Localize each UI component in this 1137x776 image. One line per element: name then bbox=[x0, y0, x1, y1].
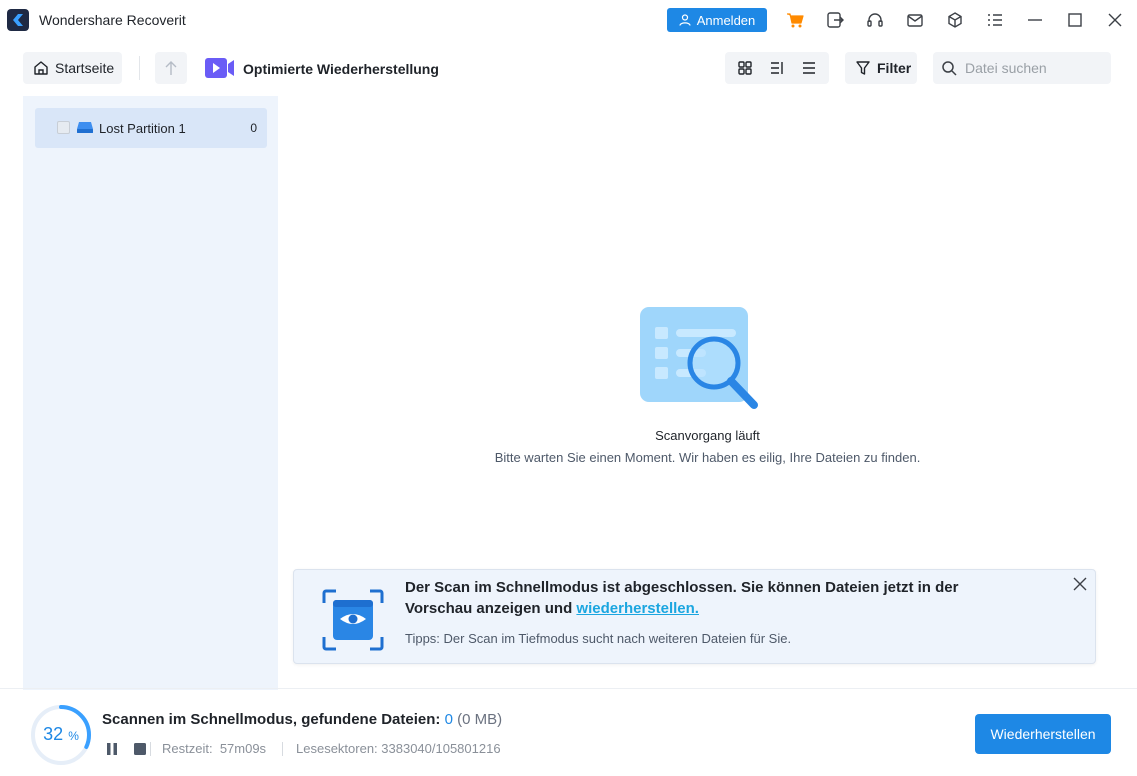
headset-icon[interactable] bbox=[865, 10, 885, 30]
files-found-size: (0 MB) bbox=[457, 711, 503, 728]
status-label: Scannen im Schnellmodus, gefundene Datei… bbox=[102, 711, 445, 728]
scan-complete-notification: Der Scan im Schnellmodus ist abgeschloss… bbox=[293, 569, 1096, 664]
recoverit-logo-icon bbox=[7, 9, 29, 31]
user-icon bbox=[679, 14, 691, 26]
home-button[interactable]: Startseite bbox=[23, 52, 122, 84]
maximize-icon[interactable] bbox=[1065, 10, 1085, 30]
recovery-mode-label: Optimierte Wiederherstellung bbox=[243, 61, 439, 77]
list-view-button[interactable] bbox=[796, 55, 822, 81]
filter-label: Filter bbox=[877, 60, 912, 76]
bottom-divider bbox=[0, 688, 1137, 689]
login-label: Anmelden bbox=[696, 12, 756, 28]
scanning-illustration-icon bbox=[640, 307, 758, 409]
home-label: Startseite bbox=[55, 60, 115, 76]
read-sectors: Lesesektoren: 3383040/105801216 bbox=[296, 741, 501, 756]
remaining-value: 57m09s bbox=[219, 741, 267, 756]
search-icon bbox=[942, 61, 957, 76]
files-found-count: 0 bbox=[444, 711, 453, 728]
partition-count: 0 bbox=[250, 121, 257, 135]
pause-icon[interactable] bbox=[106, 743, 118, 755]
view-switcher bbox=[725, 52, 829, 84]
detail-list-icon bbox=[771, 62, 783, 74]
search-box bbox=[933, 52, 1111, 84]
filter-button[interactable]: Filter bbox=[845, 52, 917, 84]
minimize-icon[interactable] bbox=[1025, 10, 1045, 30]
list-menu-icon[interactable] bbox=[985, 10, 1005, 30]
recover-button[interactable]: Wiederherstellen bbox=[975, 714, 1111, 754]
scan-status-title: Scanvorgang läuft bbox=[655, 428, 760, 443]
arrow-up-icon bbox=[165, 61, 177, 75]
scan-status-subtitle: Bitte warten Sie einen Moment. Wir haben… bbox=[494, 450, 921, 465]
remaining-label: Restzeit: bbox=[162, 741, 213, 756]
search-input[interactable] bbox=[965, 60, 1105, 76]
scan-status-line: Scannen im Schnellmodus, gefundene Datei… bbox=[102, 711, 502, 728]
recover-link[interactable]: wiederherstellen. bbox=[576, 600, 699, 617]
progress-value: 32 bbox=[43, 724, 64, 744]
grid-view-button[interactable] bbox=[732, 55, 758, 81]
progress-unit: % bbox=[68, 729, 79, 743]
app-title: Wondershare Recoverit bbox=[39, 12, 186, 28]
stop-icon[interactable] bbox=[134, 743, 146, 755]
remaining-time: Restzeit: 57m09s bbox=[162, 741, 266, 756]
close-icon[interactable] bbox=[1105, 10, 1125, 30]
sidebar-item-lost-partition[interactable]: Lost Partition 1 0 bbox=[35, 108, 267, 148]
notification-close-icon[interactable] bbox=[1072, 576, 1088, 592]
up-folder-button[interactable] bbox=[155, 52, 187, 84]
cube-icon[interactable] bbox=[945, 10, 965, 30]
toolbar-divider bbox=[139, 56, 140, 80]
grid-icon bbox=[738, 61, 752, 75]
progress-percent: 32 % bbox=[30, 724, 92, 745]
video-recovery-icon bbox=[205, 58, 234, 78]
drive-icon bbox=[77, 122, 93, 133]
notification-message: Der Scan im Schnellmodus ist abgeschloss… bbox=[405, 577, 1025, 619]
filter-icon bbox=[856, 61, 870, 75]
preview-eye-icon bbox=[322, 589, 384, 651]
export-icon[interactable] bbox=[825, 10, 845, 30]
notification-tip: Tipps: Der Scan im Tiefmodus sucht nach … bbox=[405, 631, 792, 646]
sidebar bbox=[23, 96, 278, 690]
login-button[interactable]: Anmelden bbox=[667, 8, 767, 32]
mail-icon[interactable] bbox=[905, 10, 925, 30]
cart-icon[interactable] bbox=[785, 10, 805, 30]
home-icon bbox=[34, 61, 48, 75]
meta-divider bbox=[150, 742, 151, 756]
list-icon bbox=[803, 62, 815, 74]
partition-label: Lost Partition 1 bbox=[99, 121, 186, 136]
partition-checkbox[interactable] bbox=[57, 121, 70, 134]
detail-view-button[interactable] bbox=[764, 55, 790, 81]
meta-divider bbox=[282, 742, 283, 756]
